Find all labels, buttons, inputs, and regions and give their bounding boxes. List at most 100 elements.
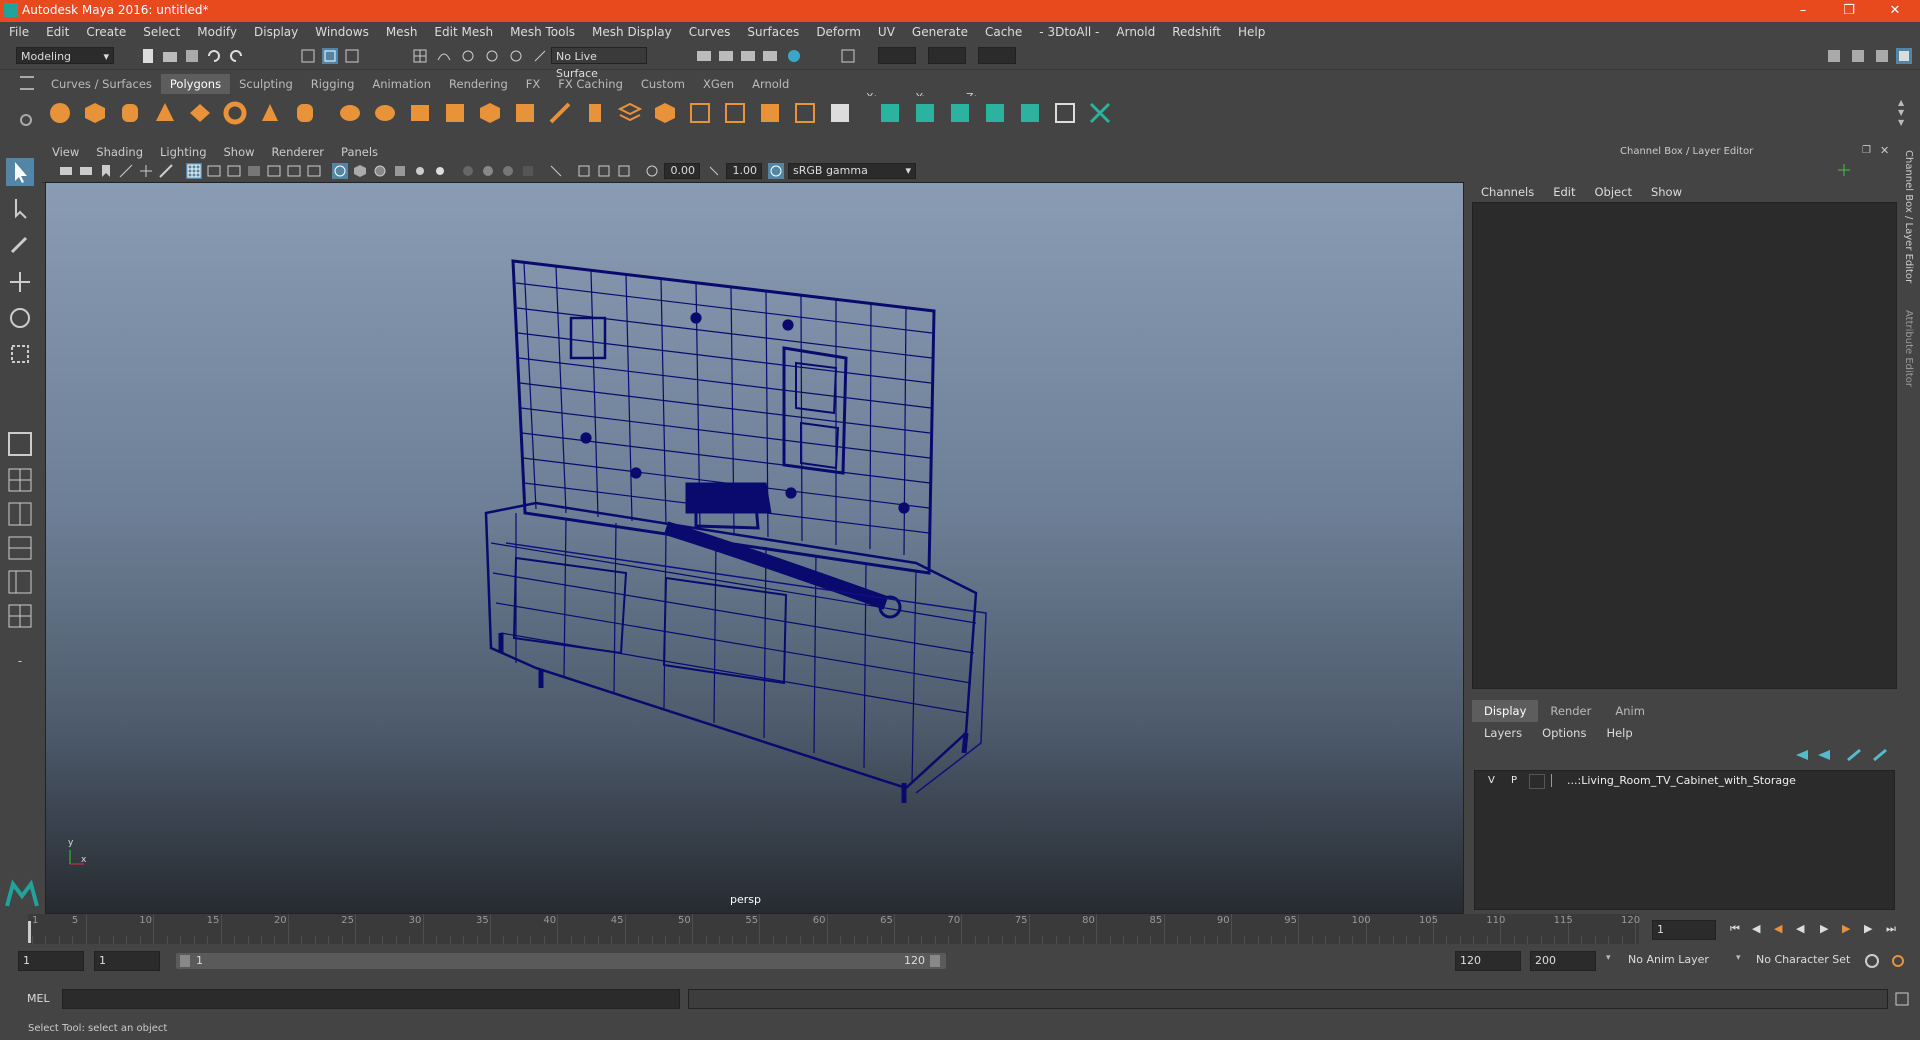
go-to-end-icon[interactable]: ⏭ <box>1886 922 1900 936</box>
minimize-button[interactable]: – <box>1780 0 1826 22</box>
separate-icon[interactable] <box>373 101 397 125</box>
resolution-gate-icon[interactable] <box>226 163 242 179</box>
grease-pencil-icon[interactable] <box>158 163 174 179</box>
shadows-icon[interactable] <box>432 163 448 179</box>
poly-cone-icon[interactable] <box>153 101 177 125</box>
boolean-icon[interactable] <box>478 101 502 125</box>
render-current-frame-icon[interactable] <box>718 48 734 64</box>
connect-icon[interactable] <box>793 101 817 125</box>
channel-box-toggle-icon[interactable] <box>1896 48 1912 64</box>
current-time-indicator[interactable] <box>28 921 31 943</box>
more-layouts-icon[interactable]: - <box>6 654 34 676</box>
menu-surfaces[interactable]: Surfaces <box>738 22 807 39</box>
modeling-toolkit-icon[interactable] <box>1826 48 1842 64</box>
menu-arnold[interactable]: Arnold <box>1107 22 1163 39</box>
xray-components-icon[interactable] <box>616 163 632 179</box>
select-by-object-icon[interactable] <box>322 48 338 64</box>
film-gate-icon[interactable] <box>206 163 222 179</box>
channel-object-menu[interactable]: Object <box>1584 182 1640 199</box>
menu-set-dropdown[interactable]: Modeling ▾ <box>16 47 114 64</box>
make-live-icon[interactable] <box>532 48 548 64</box>
close-panel-icon[interactable]: ✕ <box>1880 144 1889 157</box>
lasso-tool-icon[interactable] <box>6 194 34 222</box>
persp-viewport[interactable]: y x <box>45 182 1464 914</box>
gamma-field[interactable]: 1.00 <box>726 163 762 179</box>
shelf-tab-xgen[interactable]: XGen <box>694 74 743 94</box>
attribute-editor-toggle-icon[interactable] <box>1850 48 1866 64</box>
script-language-toggle[interactable]: MEL <box>27 992 50 1005</box>
menu-edit[interactable]: Edit <box>37 22 77 39</box>
select-by-component-icon[interactable] <box>344 48 360 64</box>
animation-start-field[interactable]: 1 <box>18 951 84 971</box>
x-field[interactable] <box>878 47 916 64</box>
uv-layout-icon[interactable] <box>1088 101 1112 125</box>
menu-edit-mesh[interactable]: Edit Mesh <box>425 22 501 39</box>
channel-box-manipulator-icon[interactable] <box>1836 162 1852 178</box>
step-forward-key-icon[interactable]: ▶ <box>1842 922 1856 936</box>
cylindrical-map-icon[interactable] <box>913 101 937 125</box>
menu-display[interactable]: Display <box>245 22 306 39</box>
script-editor-icon[interactable] <box>1894 991 1910 1007</box>
poly-pyramid-icon[interactable] <box>258 101 282 125</box>
snap-point-icon[interactable] <box>460 48 476 64</box>
save-scene-icon[interactable] <box>184 48 200 64</box>
shelf-tab-fx-caching[interactable]: FX Caching <box>549 74 632 94</box>
safe-title-icon[interactable] <box>306 163 322 179</box>
select-camera-icon[interactable] <box>58 163 74 179</box>
animation-preferences-icon[interactable] <box>1890 953 1906 969</box>
xray-icon[interactable] <box>576 163 592 179</box>
menu-generate[interactable]: Generate <box>903 22 976 39</box>
layout-uv-editor-icon[interactable] <box>6 602 34 630</box>
layer-color-swatch[interactable] <box>1551 774 1562 787</box>
layer-help-menu[interactable]: Help <box>1594 726 1640 740</box>
extrude-icon[interactable] <box>583 101 607 125</box>
menu-mesh-tools[interactable]: Mesh Tools <box>501 22 583 39</box>
layer-display-type-toggle[interactable] <box>1529 774 1545 789</box>
shelf-tab-fx[interactable]: FX <box>517 74 550 94</box>
close-button[interactable]: ✕ <box>1872 0 1918 22</box>
tab-display[interactable]: Display <box>1472 700 1539 722</box>
menu-file[interactable]: File <box>0 22 37 39</box>
paint-select-tool-icon[interactable] <box>6 230 34 258</box>
screen-space-ao-icon[interactable] <box>460 163 476 179</box>
field-chart-icon[interactable] <box>266 163 282 179</box>
character-set-dropdown[interactable]: No Character Set <box>1752 951 1862 971</box>
new-layer-icon[interactable] <box>1872 748 1888 762</box>
menu-help[interactable]: Help <box>1229 22 1273 39</box>
move-layer-up-icon[interactable] <box>1794 748 1810 762</box>
depth-of-field-icon[interactable] <box>520 163 536 179</box>
shelf-tab-animation[interactable]: Animation <box>363 74 440 94</box>
merge-icon[interactable] <box>688 101 712 125</box>
auto-key-icon[interactable] <box>1864 953 1880 969</box>
open-scene-icon[interactable] <box>162 48 178 64</box>
undo-icon[interactable] <box>206 48 222 64</box>
anti-aliasing-icon[interactable] <box>500 163 516 179</box>
bookmark-icon[interactable] <box>98 163 114 179</box>
menu-curves[interactable]: Curves <box>680 22 739 39</box>
channel-box[interactable] <box>1472 202 1897 689</box>
playback-start-field[interactable]: 1 <box>94 951 160 971</box>
textured-icon[interactable] <box>392 163 408 179</box>
menu-cache[interactable]: Cache <box>976 22 1030 39</box>
smooth-icon[interactable] <box>443 101 467 125</box>
range-start-handle[interactable] <box>180 955 190 967</box>
poly-cube-icon[interactable] <box>83 101 107 125</box>
attribute-editor-side-tab[interactable]: Attribute Editor <box>1903 310 1914 387</box>
2d-pan-zoom-icon[interactable] <box>138 163 154 179</box>
step-back-frame-icon[interactable]: ◀ <box>1752 922 1766 936</box>
layer-visibility-toggle[interactable]: V <box>1488 775 1495 786</box>
automatic-map-icon[interactable] <box>983 101 1007 125</box>
animation-end-field[interactable]: 200 <box>1530 951 1596 971</box>
shelf-tab-custom[interactable]: Custom <box>632 74 694 94</box>
channel-box-side-tab[interactable]: Channel Box / Layer Editor <box>1903 150 1914 283</box>
viewport-menu-renderer[interactable]: Renderer <box>262 142 332 159</box>
target-weld-icon[interactable] <box>758 101 782 125</box>
poly-cylinder-icon[interactable] <box>118 101 142 125</box>
bridge-icon[interactable] <box>548 101 572 125</box>
menu-mesh[interactable]: Mesh <box>377 22 426 39</box>
chevron-down-icon[interactable]: ▾ <box>1606 953 1611 963</box>
color-management-icon[interactable] <box>768 163 784 179</box>
planar-map-icon[interactable] <box>878 101 902 125</box>
wireframe-shading-icon[interactable] <box>332 163 348 179</box>
gamma-icon[interactable] <box>706 163 722 179</box>
